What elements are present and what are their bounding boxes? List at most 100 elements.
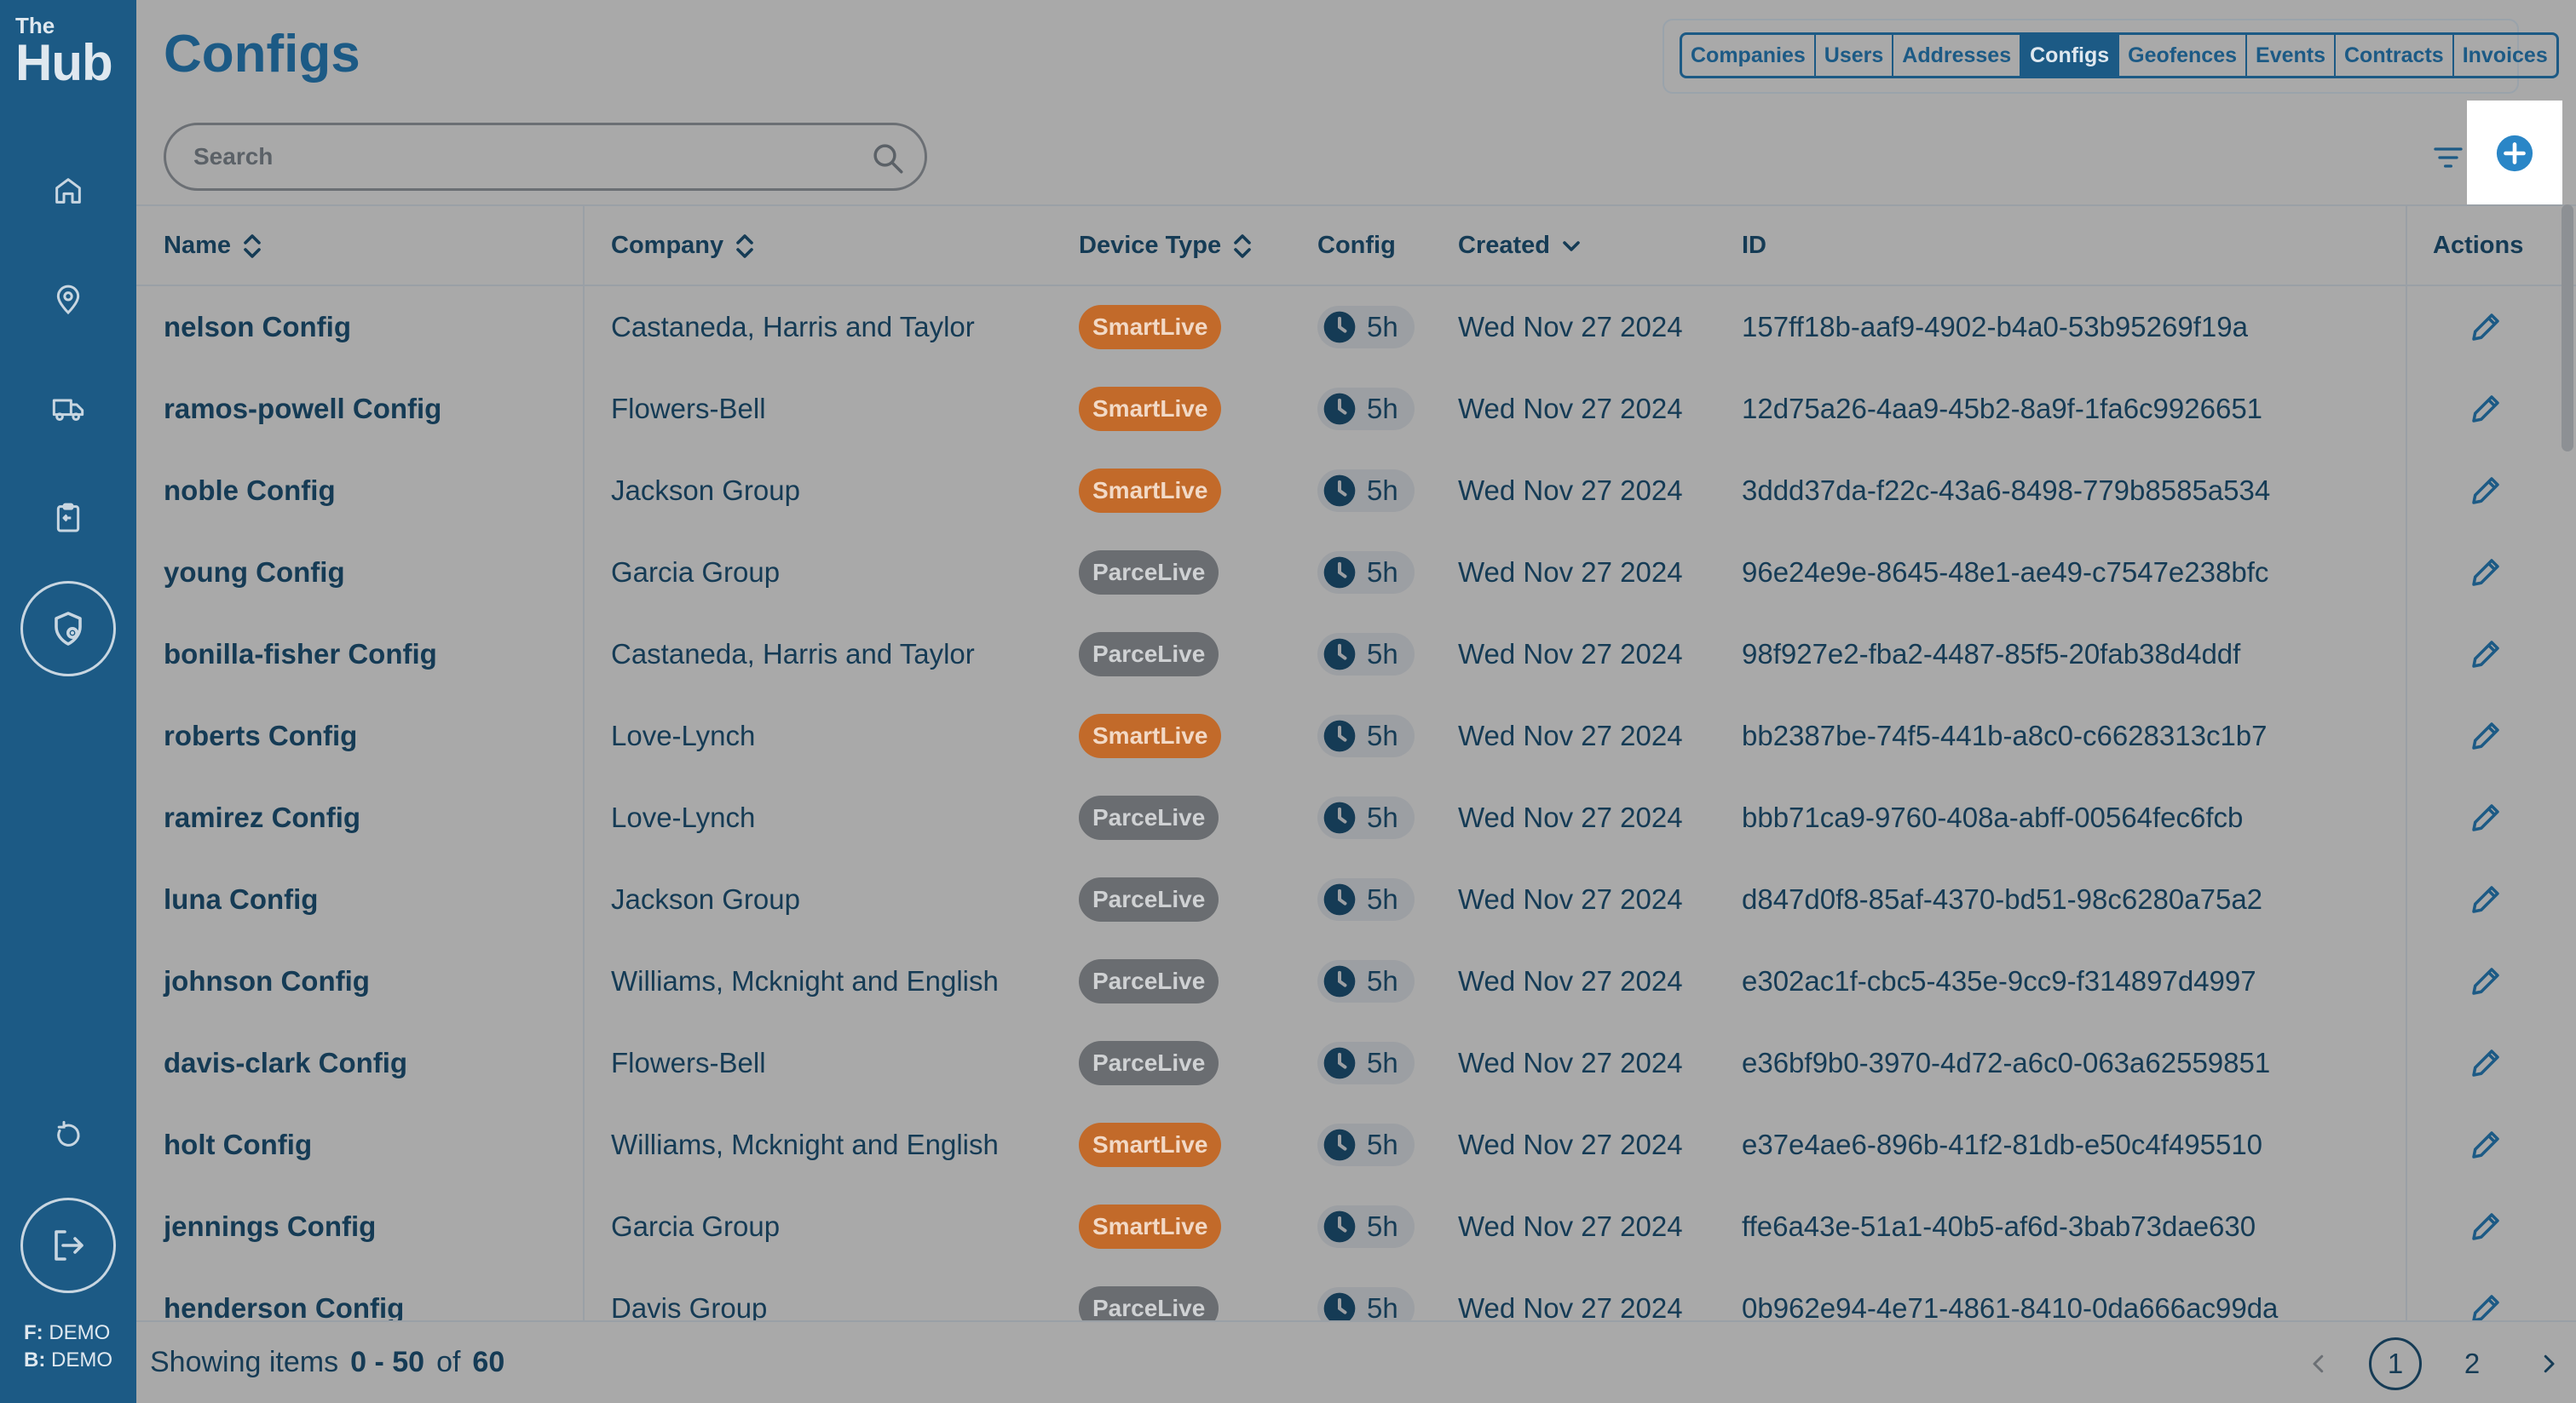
device-type-badge: ParceLive	[1079, 550, 1219, 595]
sidebar-item-contracts[interactable]	[41, 491, 95, 545]
page-2-button[interactable]: 2	[2446, 1337, 2498, 1390]
table-row[interactable]: johnson Config Williams, Mcknight and Eng…	[136, 940, 2576, 1022]
device-type-badge: SmartLive	[1079, 469, 1222, 513]
header-company[interactable]: Company	[611, 232, 756, 260]
logout-icon	[55, 1230, 84, 1261]
edit-button[interactable]	[2468, 1022, 2504, 1104]
page-title: Configs	[164, 25, 360, 83]
tab-invoices[interactable]: Invoices	[2454, 35, 2556, 76]
tab-companies[interactable]: Companies	[1682, 35, 1816, 76]
edit-button[interactable]	[2468, 859, 2504, 940]
table-row[interactable]: holt Config Williams, Mcknight and Englis…	[136, 1104, 2576, 1186]
header-device-type[interactable]: Device Type	[1079, 232, 1253, 260]
config-duration-chip: 5h	[1317, 1287, 1415, 1320]
edit-button[interactable]	[2468, 368, 2504, 450]
header-company-label: Company	[611, 232, 724, 259]
device-type-badge: ParceLive	[1079, 1286, 1219, 1320]
edit-button[interactable]	[2468, 1104, 2504, 1186]
cell-device-type: SmartLive	[1079, 1104, 1222, 1186]
sidebar: The Hub F: DEMO B: DEMO	[0, 0, 136, 1403]
search-input[interactable]	[193, 137, 841, 176]
b-value: DEMO	[51, 1348, 112, 1371]
cell-name[interactable]: davis-clark Config	[164, 1022, 407, 1104]
table-row[interactable]: nelson Config Castaneda, Harris and Taylo…	[136, 286, 2576, 368]
cell-company: Garcia Group	[611, 1210, 781, 1242]
edit-button[interactable]	[2468, 450, 2504, 532]
cell-company: Castaneda, Harris and Taylor	[611, 638, 975, 670]
tab-events[interactable]: Events	[2247, 35, 2336, 76]
cell-company: Williams, Mcknight and English	[611, 1129, 999, 1160]
b-label: B:	[24, 1348, 46, 1371]
next-page-button[interactable]	[2522, 1337, 2575, 1390]
f-value: DEMO	[49, 1321, 111, 1344]
header-config-label: Config	[1317, 232, 1396, 259]
add-config-button[interactable]	[2467, 101, 2562, 206]
table-row[interactable]: ramirez Config Love-Lynch ParceLive 5h Wed N…	[136, 777, 2576, 859]
cell-name[interactable]: noble Config	[164, 450, 336, 532]
edit-button[interactable]	[2468, 1268, 2504, 1320]
app-logo[interactable]: The Hub	[15, 14, 113, 89]
cell-name[interactable]: luna Config	[164, 859, 318, 940]
cell-name[interactable]: holt Config	[164, 1104, 312, 1186]
cell-name[interactable]: henderson Config	[164, 1268, 404, 1320]
pagination-summary: Showing items 0 - 50 of 60	[150, 1346, 504, 1379]
edit-button[interactable]	[2468, 1186, 2504, 1268]
cell-name[interactable]: roberts Config	[164, 695, 357, 777]
tab-contracts[interactable]: Contracts	[2336, 35, 2454, 76]
config-duration: 5h	[1367, 1210, 1398, 1242]
cell-device-type: SmartLive	[1079, 695, 1222, 777]
sidebar-logout[interactable]	[20, 1198, 116, 1293]
device-type-badge: ParceLive	[1079, 632, 1219, 676]
cell-name[interactable]: johnson Config	[164, 940, 370, 1022]
sidebar-item-devices[interactable]	[41, 382, 95, 436]
cell-name[interactable]: bonilla-fisher Config	[164, 613, 437, 695]
header-name[interactable]: Name	[164, 232, 263, 260]
config-duration: 5h	[1367, 965, 1398, 997]
table-row[interactable]: jennings Config Garcia Group SmartLive 5h We…	[136, 1186, 2576, 1268]
cell-config: 5h	[1317, 286, 1415, 368]
search-icon[interactable]	[870, 141, 906, 176]
tab-geofences[interactable]: Geofences	[2119, 35, 2248, 76]
table-row[interactable]: luna Config Jackson Group ParceLive 5h Wed N…	[136, 859, 2576, 940]
cell-name[interactable]: young Config	[164, 532, 345, 613]
table-row[interactable]: henderson Config Davis Group ParceLive 5h We…	[136, 1268, 2576, 1320]
table-row[interactable]: davis-clark Config Flowers-Bell ParceLive 5…	[136, 1022, 2576, 1104]
table-row[interactable]: noble Config Jackson Group SmartLive 5h Wed …	[136, 450, 2576, 532]
cell-device-type: SmartLive	[1079, 286, 1222, 368]
table-row[interactable]: ramos-powell Config Flowers-Bell SmartLive…	[136, 368, 2576, 450]
tab-users[interactable]: Users	[1816, 35, 1894, 76]
filter-button[interactable]	[2427, 136, 2469, 179]
cell-name[interactable]: ramos-powell Config	[164, 368, 441, 450]
edit-button[interactable]	[2468, 777, 2504, 859]
configs-table: Name Company Device Type Config Created …	[136, 204, 2576, 1320]
edit-button[interactable]	[2468, 695, 2504, 777]
cell-name[interactable]: nelson Config	[164, 286, 351, 368]
edit-button[interactable]	[2468, 286, 2504, 368]
sidebar-item-home[interactable]	[41, 164, 95, 218]
sidebar-item-locations[interactable]	[41, 273, 95, 327]
cell-config: 5h	[1317, 940, 1415, 1022]
table-scrollbar[interactable]	[2562, 204, 2573, 451]
config-duration-chip: 5h	[1317, 306, 1415, 348]
edit-button[interactable]	[2468, 532, 2504, 613]
plus-circle-icon	[2496, 135, 2533, 172]
cell-config: 5h	[1317, 613, 1415, 695]
header-created[interactable]: Created	[1458, 232, 1582, 260]
prev-page-button[interactable]	[2292, 1337, 2345, 1390]
cell-id: bbb71ca9-9760-408a-abff-00564fec6fcb	[1742, 802, 2244, 833]
table-row[interactable]: young Config Garcia Group ParceLive 5h Wed N…	[136, 532, 2576, 613]
page-1-button[interactable]: 1	[2369, 1337, 2422, 1390]
tab-addresses[interactable]: Addresses	[1893, 35, 2022, 76]
table-row[interactable]: bonilla-fisher Config Castaneda, Harris a…	[136, 613, 2576, 695]
cell-config: 5h	[1317, 1268, 1415, 1320]
pencil-icon	[2472, 1295, 2499, 1320]
cell-name[interactable]: ramirez Config	[164, 777, 360, 859]
sidebar-refresh[interactable]	[41, 1109, 95, 1164]
sidebar-item-configs[interactable]	[20, 581, 116, 676]
table-row[interactable]: roberts Config Love-Lynch SmartLive 5h Wed N…	[136, 695, 2576, 777]
tab-configs[interactable]: Configs	[2021, 35, 2120, 76]
pagination: 1 2	[2292, 1334, 2575, 1394]
edit-button[interactable]	[2468, 613, 2504, 695]
edit-button[interactable]	[2468, 940, 2504, 1022]
cell-name[interactable]: jennings Config	[164, 1186, 376, 1268]
